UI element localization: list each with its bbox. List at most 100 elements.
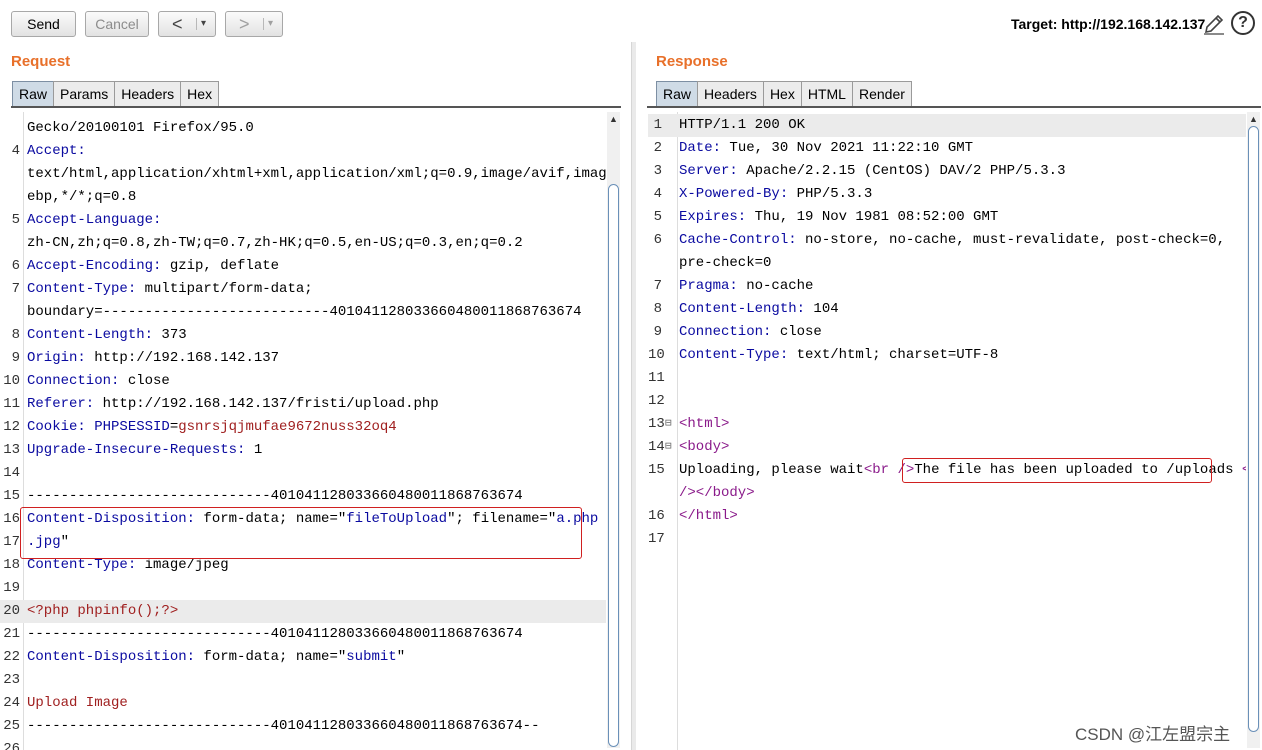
- back-button[interactable]: < ▾: [158, 11, 216, 37]
- line-text: HTTP/1.1 200 OK: [679, 114, 805, 137]
- header-value: Tue, 30 Nov 2021 11:22:10 GMT: [721, 140, 974, 156]
- header-value: Thu, 19 Nov 1981 08:52:00 GMT: [746, 209, 999, 225]
- code-line: 17: [648, 528, 1246, 551]
- line-number: 9: [653, 324, 662, 340]
- line-text: <body>: [679, 436, 729, 459]
- fold-icon[interactable]: ⊟: [665, 436, 672, 459]
- header-value: -----------------------------40104112803…: [27, 626, 523, 642]
- code-line: 7 Pragma: no-cache: [648, 275, 1246, 298]
- response-tab-hex[interactable]: Hex: [762, 81, 802, 106]
- response-tab-render[interactable]: Render: [851, 81, 912, 106]
- request-tab-headers[interactable]: Headers: [114, 81, 182, 106]
- markup-tag: /></body>: [679, 485, 755, 501]
- scroll-thumb[interactable]: [1248, 126, 1259, 732]
- line-text: Content-Length: 104: [679, 298, 839, 321]
- line-number: 5: [11, 212, 20, 228]
- response-tab-raw[interactable]: Raw: [656, 81, 699, 106]
- code-line: 10 Content-Type: text/html; charset=UTF-8: [648, 344, 1246, 367]
- header-name: Pragma:: [679, 278, 738, 294]
- scroll-thumb[interactable]: [608, 184, 619, 747]
- header-value: pre-check=0: [679, 255, 772, 271]
- help-icon[interactable]: ?: [1231, 11, 1255, 35]
- header-value: -----------------------------40104112803…: [27, 718, 540, 734]
- header-name: Content-Length:: [679, 301, 806, 317]
- line-number: 23: [3, 672, 20, 688]
- line-number: 6: [11, 258, 20, 274]
- header-name: Connection:: [679, 324, 772, 340]
- code-line: 7 Content-Type: multipart/form-data;: [0, 278, 606, 301]
- line-text: text/html,application/xhtml+xml,applicat…: [27, 163, 606, 186]
- line-number: 7: [653, 278, 662, 294]
- header-name: X-Powered-By:: [679, 186, 789, 202]
- response-tab-headers[interactable]: Headers: [697, 81, 764, 106]
- code-line: 8 Content-Length: 373: [0, 324, 606, 347]
- line-text: Content-Type: multipart/form-data;: [27, 278, 313, 301]
- line-text: </html>: [679, 505, 738, 528]
- header-value: close: [119, 373, 170, 389]
- line-text: <html>: [679, 413, 729, 436]
- fold-icon[interactable]: ⊟: [665, 413, 672, 436]
- header-name: Accept-Encoding:: [27, 258, 162, 274]
- back-dropdown-icon[interactable]: ▾: [195, 18, 206, 30]
- request-tab-hex[interactable]: Hex: [180, 81, 220, 106]
- line-number: 15: [3, 488, 20, 504]
- code-line: 13 ⊟ <html>: [648, 413, 1246, 436]
- line-number: 16: [3, 511, 20, 527]
- line-text: Server: Apache/2.2.15 (CentOS) DAV/2 PHP…: [679, 160, 1065, 183]
- line-number: 16: [648, 508, 665, 524]
- line-text: Accept-Language:: [27, 209, 161, 232]
- code-line: 26: [0, 738, 606, 750]
- param-value: PHPSESSID: [85, 419, 170, 435]
- request-tab-raw[interactable]: Raw: [12, 81, 55, 106]
- response-tabs: Raw Headers Hex HTML Render: [656, 81, 912, 106]
- header-name: Date:: [679, 140, 722, 156]
- line-number: 4: [11, 143, 20, 159]
- response-highlight-box: [902, 458, 1212, 483]
- request-tab-divider: [11, 106, 621, 108]
- code-line: 4 X-Powered-By: PHP/5.3.3: [648, 183, 1246, 206]
- line-number: 22: [3, 649, 20, 665]
- pane-splitter[interactable]: [631, 42, 636, 750]
- forward-button[interactable]: > ▾: [225, 11, 283, 37]
- code-line: /></body>: [648, 482, 1246, 505]
- param-value: submit: [346, 649, 397, 665]
- back-arrow-icon: <: [172, 13, 183, 34]
- line-number: 11: [3, 396, 20, 412]
- forward-dropdown-icon[interactable]: ▾: [262, 18, 273, 30]
- scroll-up-icon[interactable]: ▲: [1247, 114, 1260, 124]
- line-text: /></body>: [679, 482, 755, 505]
- header-name: Content-Type:: [27, 557, 137, 573]
- watermark: CSDN @江左盟宗主: [1075, 725, 1231, 744]
- request-tab-params[interactable]: Params: [53, 81, 116, 106]
- send-button[interactable]: Send: [11, 11, 76, 37]
- code-line: 5 Accept-Language:: [0, 209, 606, 232]
- request-editor[interactable]: Gecko/20100101 Firefox/95.0 4 Accept: text/…: [0, 112, 606, 750]
- line-number: 4: [653, 186, 662, 202]
- response-tab-html[interactable]: HTML: [800, 81, 853, 106]
- request-scrollbar[interactable]: ▲: [607, 112, 620, 748]
- line-text: <?php phpinfo();?>: [27, 600, 178, 623]
- line-text: Expires: Thu, 19 Nov 1981 08:52:00 GMT: [679, 206, 998, 229]
- header-value: image/jpeg: [136, 557, 229, 573]
- line-number: 17: [648, 531, 665, 547]
- header-value: PHP/5.3.3: [788, 186, 873, 202]
- response-editor[interactable]: 1 HTTP/1.1 200 OK 2 Date: Tue, 30 Nov 2021 …: [648, 112, 1246, 750]
- header-name: Content-Type:: [27, 281, 137, 297]
- line-text: Upgrade-Insecure-Requests: 1: [27, 439, 262, 462]
- scroll-up-icon[interactable]: ▲: [607, 114, 620, 124]
- code-line: 3 Server: Apache/2.2.15 (CentOS) DAV/2 PH…: [648, 160, 1246, 183]
- markup-tag: <html>: [679, 416, 730, 432]
- code-line: 20 <?php phpinfo();?>: [0, 600, 606, 623]
- line-number: 5: [653, 209, 662, 225]
- code-line: text/html,application/xhtml+xml,applicat…: [0, 163, 606, 186]
- response-scrollbar[interactable]: ▲: [1247, 112, 1260, 748]
- code-line: 6 Accept-Encoding: gzip, deflate: [0, 255, 606, 278]
- pencil-icon[interactable]: [1202, 12, 1226, 36]
- line-number: 13: [648, 416, 665, 432]
- header-value: http://192.168.142.137/fristi/upload.php: [94, 396, 439, 412]
- header-value: 373: [153, 327, 187, 343]
- code-line: 2 Date: Tue, 30 Nov 2021 11:22:10 GMT: [648, 137, 1246, 160]
- code-literal: Upload Image: [27, 695, 128, 711]
- line-number: 25: [3, 718, 20, 734]
- cancel-button[interactable]: Cancel: [85, 11, 149, 37]
